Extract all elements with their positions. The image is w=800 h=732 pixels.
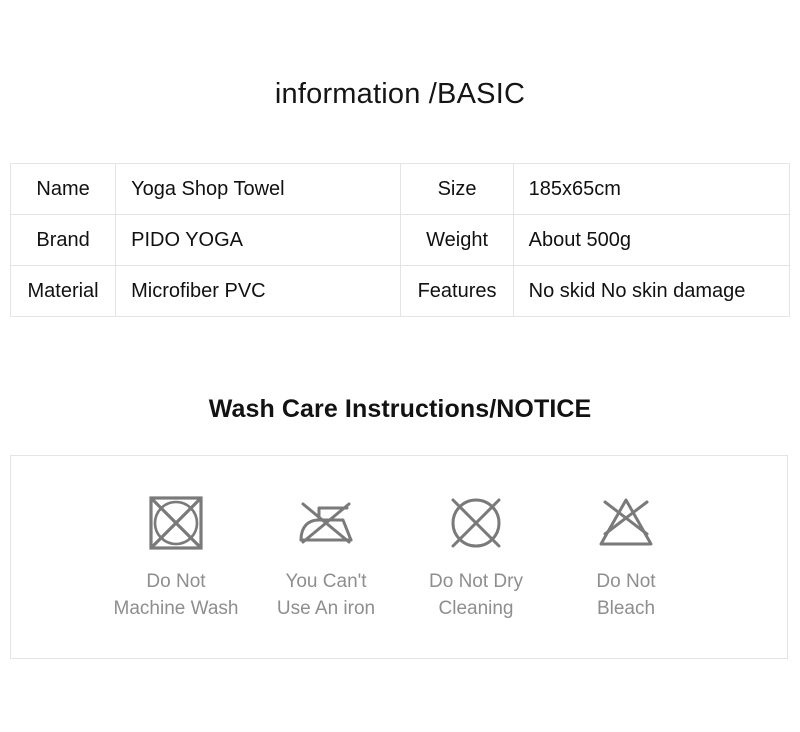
spec-value-brand: PIDO YOGA: [115, 214, 402, 266]
spec-label-material: Material: [9, 265, 117, 317]
spec-label-name: Name: [9, 163, 117, 215]
wash-care-panel: Do Not Machine Wash You Can't Use An iro…: [10, 455, 788, 659]
care-item-no-dry-clean: Do Not Dry Cleaning: [401, 494, 551, 622]
spec-value-material: Microfiber PVC: [115, 265, 402, 317]
care-label-no-dry-clean: Do Not Dry Cleaning: [429, 571, 523, 619]
spec-value-size: 185x65cm: [512, 163, 791, 215]
spec-label-size: Size: [400, 163, 514, 215]
specifications-table: Name Yoga Shop Towel Size 185x65cm Brand…: [9, 163, 791, 317]
table-row: Brand PIDO YOGA Weight About 500g: [9, 214, 791, 266]
wash-care-title: Wash Care Instructions/NOTICE: [208, 395, 592, 423]
care-item-no-bleach: Do Not Bleach: [551, 494, 701, 622]
no-iron-icon: [297, 494, 355, 552]
spec-value-features: No skid No skin damage: [512, 265, 791, 317]
product-info-page: information /BASIC Name Yoga Shop Towel …: [0, 0, 800, 732]
wash-care-icon-row: Do Not Machine Wash You Can't Use An iro…: [101, 494, 701, 622]
care-label-no-bleach: Do Not Bleach: [596, 571, 656, 619]
no-machine-wash-icon: [147, 494, 205, 552]
care-label-no-iron: You Can't Use An iron: [276, 571, 376, 619]
no-bleach-icon: [597, 494, 655, 552]
spec-value-weight: About 500g: [512, 214, 791, 266]
spec-value-name: Yoga Shop Towel: [115, 163, 402, 215]
table-row: Name Yoga Shop Towel Size 185x65cm: [9, 163, 791, 215]
basic-information-title: information /BASIC: [274, 78, 526, 110]
care-label-no-machine-wash: Do Not Machine Wash: [113, 571, 239, 619]
spec-label-weight: Weight: [400, 214, 514, 266]
care-item-no-iron: You Can't Use An iron: [251, 494, 401, 622]
spec-label-features: Features: [400, 265, 514, 317]
spec-label-brand: Brand: [9, 214, 117, 266]
care-item-no-machine-wash: Do Not Machine Wash: [101, 494, 251, 622]
table-row: Material Microfiber PVC Features No skid…: [9, 265, 791, 317]
no-dry-clean-icon: [447, 494, 505, 552]
